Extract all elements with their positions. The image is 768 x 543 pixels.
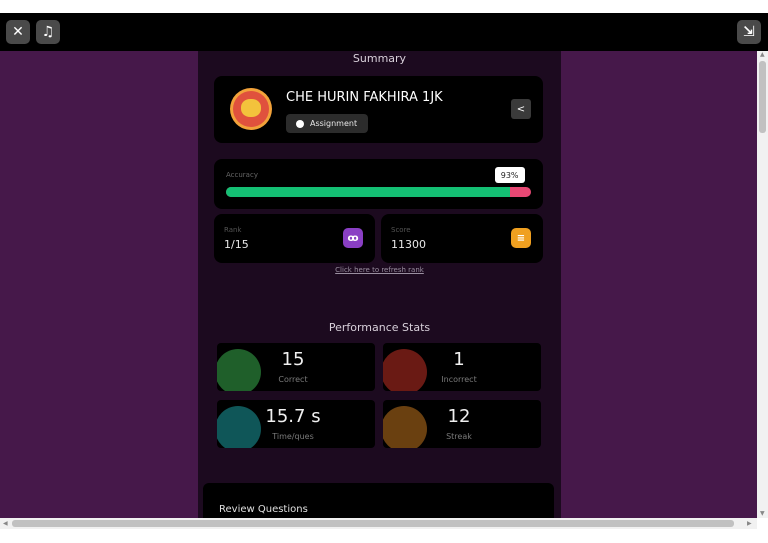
performance-title: Performance Stats [328, 321, 431, 334]
refresh-rank-link[interactable]: Click here to refresh rank [198, 266, 561, 274]
cross-icon [383, 349, 427, 391]
player-name: CHE HURIN FAKHIRA 1JK [286, 90, 443, 105]
rank-card: Rank 1/15 ꝏ [214, 214, 375, 263]
page-background: Summary CHE HURIN FAKHIRA 1JK Assignment… [0, 51, 757, 518]
accuracy-bar [226, 187, 531, 197]
assignment-tag: Assignment [286, 114, 368, 133]
scroll-right-icon[interactable]: ▶ [747, 520, 752, 527]
share-icon: < [516, 103, 526, 115]
horizontal-scroll-thumb[interactable] [12, 520, 734, 527]
check-icon [217, 349, 261, 391]
music-icon: ♫ [41, 24, 55, 40]
music-button[interactable]: ♫ [36, 20, 60, 44]
stat-time: 15.7 s Time/ques [217, 400, 375, 448]
info-icon [296, 119, 304, 128]
stat-streak: 12 Streak [383, 400, 541, 448]
summary-panel: Summary CHE HURIN FAKHIRA 1JK Assignment… [198, 51, 561, 518]
close-icon: ✕ [12, 24, 24, 40]
share-button[interactable]: < [511, 99, 531, 119]
timer-icon [217, 406, 261, 448]
assignment-tag-label: Assignment [310, 119, 358, 128]
score-label: Score [391, 226, 411, 234]
scroll-left-icon[interactable]: ◀ [3, 520, 8, 527]
rank-badge-icon: ꝏ [343, 228, 363, 248]
streak-label: Streak [446, 432, 472, 441]
vertical-scroll-thumb[interactable] [759, 61, 766, 133]
stat-correct: 15 Correct [217, 343, 375, 391]
incorrect-value: 1 [453, 349, 465, 370]
scroll-up-icon[interactable]: ▲ [760, 51, 765, 58]
scroll-down-icon[interactable]: ▼ [760, 510, 765, 517]
review-questions-card[interactable]: Review Questions [203, 483, 554, 518]
time-value: 15.7 s [265, 406, 321, 427]
streak-value: 12 [447, 406, 471, 427]
score-card: Score 11300 ≡ [381, 214, 543, 263]
score-coins-icon: ≡ [511, 228, 531, 248]
rank-label: Rank [224, 226, 242, 234]
minimize-icon: ⇲ [743, 24, 755, 40]
fire-icon [383, 406, 427, 448]
summary-title: Summary [352, 52, 407, 65]
correct-value: 15 [281, 349, 305, 370]
accuracy-card: Accuracy 93% [214, 159, 543, 209]
rank-value: 1/15 [224, 238, 249, 251]
accuracy-percent-bubble: 93% [494, 167, 525, 183]
time-label: Time/ques [272, 432, 314, 441]
exit-fullscreen-button[interactable]: ⇲ [737, 20, 761, 44]
vertical-scrollbar[interactable]: ▲ ▼ [757, 51, 768, 518]
accuracy-bar-fill [226, 187, 510, 197]
correct-label: Correct [278, 375, 308, 384]
avatar-face-icon [241, 99, 261, 117]
incorrect-label: Incorrect [441, 375, 477, 384]
score-value: 11300 [391, 238, 426, 251]
avatar [230, 88, 272, 130]
top-toolbar: ✕ ♫ ⇲ [0, 13, 768, 51]
player-card: CHE HURIN FAKHIRA 1JK Assignment < [214, 76, 543, 143]
review-questions-title: Review Questions [219, 504, 308, 515]
stat-incorrect: 1 Incorrect [383, 343, 541, 391]
horizontal-scrollbar[interactable]: ◀ ▶ [0, 518, 757, 529]
accuracy-label: Accuracy [226, 171, 258, 179]
close-button[interactable]: ✕ [6, 20, 30, 44]
